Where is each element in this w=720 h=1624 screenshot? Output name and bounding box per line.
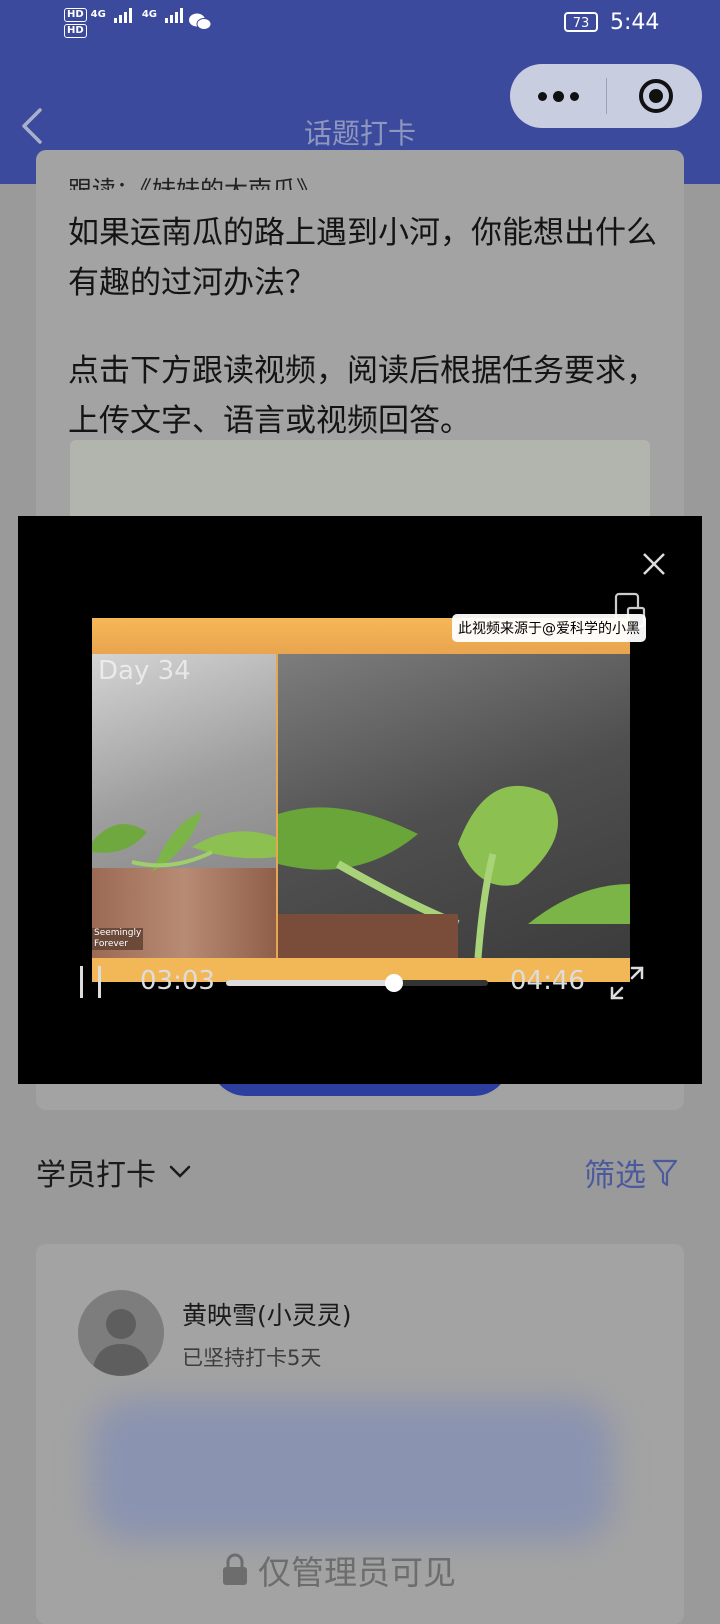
follow-reading-label: 跟读：《妹妹的大南瓜》 <box>68 176 320 190</box>
chevron-down-icon <box>169 1165 191 1178</box>
video-watermark: Seemingly Forever <box>92 928 144 950</box>
fullscreen-icon[interactable] <box>608 964 646 1002</box>
funnel-icon <box>652 1159 678 1186</box>
close-miniprogram-icon[interactable] <box>636 76 676 116</box>
total-time: 04:46 <box>510 966 585 996</box>
more-menu-button[interactable] <box>510 64 606 128</box>
close-icon[interactable] <box>636 546 672 582</box>
progress-bar[interactable] <box>226 974 488 992</box>
hd-badge-2: HD <box>64 24 87 38</box>
right-video-panel <box>278 654 630 958</box>
watermark-line-2: Forever <box>94 939 128 949</box>
student-name: 黄映雪(小灵灵) <box>182 1301 352 1330</box>
left-video-panel <box>92 654 276 958</box>
progress-fill <box>226 980 394 986</box>
avatar[interactable] <box>78 1290 164 1376</box>
topic-question: 如果运南瓜的路上遇到小河，你能想出什么有趣的过河办法？ <box>68 215 657 301</box>
video-player-overlay[interactable]: Day 34 Seemingly Forever 此视频来源于@爱科学的小黑 0… <box>18 516 702 1084</box>
seedling-left <box>92 812 276 872</box>
network-type-1: 4G <box>90 9 106 20</box>
checkins-title-label: 学员打卡 <box>36 1158 156 1193</box>
capsule-divider <box>606 78 607 114</box>
network-type-2: 4G <box>141 9 158 20</box>
lock-icon <box>223 1553 247 1585</box>
video-frame[interactable]: Day 34 Seemingly Forever <box>92 618 630 982</box>
signal-icon-2 <box>165 7 184 23</box>
day-label: Day 34 <box>98 656 191 686</box>
filter-button[interactable]: 筛选 <box>584 1150 678 1195</box>
seedling-right <box>278 785 630 958</box>
dot-icon <box>537 91 547 101</box>
blurred-content <box>92 1400 612 1540</box>
private-notice-text: 仅管理员可见 <box>258 1553 456 1592</box>
status-left: HD 4G 4G HD <box>64 6 184 38</box>
battery-indicator: 73 <box>564 12 598 32</box>
clock: 5:44 <box>610 10 660 35</box>
signal-icon-1 <box>113 7 132 23</box>
progress-knob[interactable] <box>384 974 403 992</box>
default-avatar-icon <box>92 1309 150 1376</box>
checkin-streak: 已坚持打卡5天 <box>182 1346 322 1370</box>
miniprogram-capsule <box>510 64 702 128</box>
video-source-tooltip: 此视频来源于@爱科学的小黑 <box>452 614 646 642</box>
pause-button[interactable] <box>80 966 104 998</box>
checkins-section-title[interactable]: 学员打卡 <box>36 1150 192 1194</box>
video-thumbnail[interactable] <box>70 440 650 520</box>
dot-icon <box>569 91 579 101</box>
filter-label: 筛选 <box>584 1158 646 1194</box>
topic-instruction: 点击下方跟读视频，阅读后根据任务要求，上传文字、语言或视频回答。 <box>68 353 657 439</box>
wechat-icon <box>189 13 212 30</box>
private-notice: 仅管理员可见 <box>220 1546 456 1594</box>
hd-badge-1: HD <box>64 8 87 22</box>
current-time: 03:03 <box>140 966 215 996</box>
video-controls: 03:03 04:46 <box>18 966 702 1016</box>
watermark-line-1: Seemingly <box>94 928 142 938</box>
dot-icon <box>552 90 564 102</box>
